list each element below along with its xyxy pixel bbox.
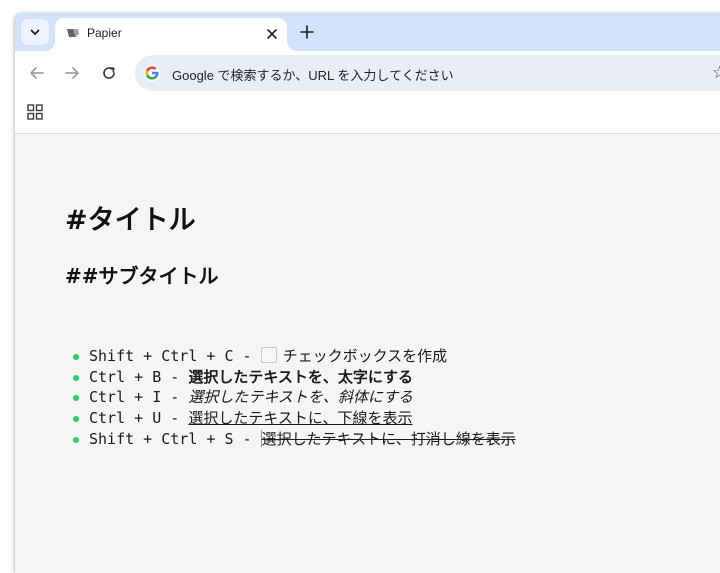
shortcut-keys: Ctrl + U - [89, 409, 189, 428]
shortcut-description: 選択したテキストを、斜体にする [188, 388, 414, 407]
apps-grid-icon[interactable] [27, 104, 43, 120]
shortcut-description: 選択したテキストに、打消し線を表示 [261, 429, 516, 448]
back-arrow-icon[interactable] [28, 64, 46, 82]
bullet-icon [73, 436, 79, 443]
list-item: Shift + Ctrl + C - チェックボックスを作成 [65, 346, 516, 367]
shortcut-keys: Ctrl + B - [89, 367, 189, 386]
chevron-down-icon [30, 29, 40, 35]
bookmark-star-icon[interactable]: ☆ [712, 63, 720, 83]
active-tab[interactable]: Papier [55, 18, 287, 51]
reload-icon[interactable] [100, 64, 118, 82]
navigation-toolbar: Google で検索するか、URL を入力してください ☆ [15, 51, 720, 95]
shortcut-keys: Ctrl + I - [89, 388, 189, 407]
browser-window: Papier Google で検索するか、URL を入力してください ☆ #タイ… [15, 13, 720, 573]
bullet-icon [73, 395, 79, 402]
list-item: Shift + Ctrl + S - 選択したテキストに、打消し線を表示 [65, 429, 516, 450]
page-subtitle: ##サブタイトル [65, 264, 219, 288]
list-item: Ctrl + B - 選択したテキストを、太字にする [65, 367, 516, 388]
bullet-icon [73, 374, 79, 381]
forward-arrow-icon[interactable] [63, 64, 81, 82]
bullet-icon [73, 416, 79, 423]
new-tab-plus-icon[interactable] [298, 23, 316, 41]
tab-title: Papier [87, 26, 122, 40]
google-g-icon [144, 65, 160, 81]
address-bar-placeholder: Google で検索するか、URL を入力してください [172, 68, 454, 83]
shortcut-description: 選択したテキストに、下線を表示 [188, 409, 413, 428]
list-item: Ctrl + I - 選択したテキストを、斜体にする [65, 387, 516, 408]
tab-strip: Papier [15, 13, 720, 51]
checkbox[interactable] [260, 347, 277, 363]
list-item: Ctrl + U - 選択したテキストに、下線を表示 [65, 408, 516, 429]
shortcut-description: チェックボックスを作成 [282, 347, 448, 365]
shortcut-list: Shift + Ctrl + C - チェックボックスを作成 Ctrl + B … [65, 346, 516, 449]
shortcut-keys: Shift + Ctrl + S - [89, 429, 261, 448]
editor-page[interactable]: #タイトル ##サブタイトル Shift + Ctrl + C - チェックボッ… [15, 134, 720, 573]
shortcut-description: 選択したテキストを、太字にする [188, 367, 414, 386]
address-bar[interactable]: Google で検索するか、URL を入力してください ☆ [135, 55, 720, 91]
close-icon[interactable] [265, 27, 279, 41]
papier-favicon-icon [67, 29, 79, 37]
page-title: #タイトル [65, 205, 196, 236]
bookmarks-bar [15, 95, 720, 134]
shortcut-keys: Shift + Ctrl + C - [89, 347, 261, 365]
bullet-icon [73, 354, 79, 360]
